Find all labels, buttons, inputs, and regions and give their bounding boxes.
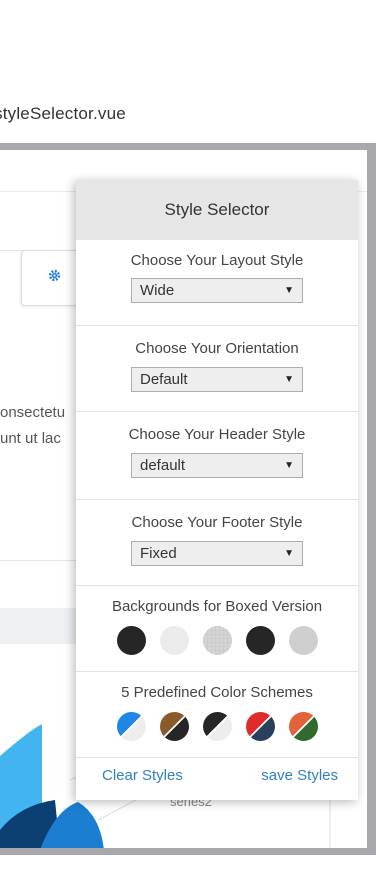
color-schemes-section: 5 Predefined Color Schemes bbox=[76, 672, 358, 758]
background-text-line: unt ut lac bbox=[0, 430, 61, 447]
orientation-value: Default bbox=[140, 371, 188, 388]
layout-style-select[interactable]: Wide ▼ bbox=[131, 278, 303, 303]
color-schemes-label: 5 Predefined Color Schemes bbox=[121, 684, 313, 701]
background-swatch-list bbox=[76, 626, 358, 655]
editor-file-tab[interactable]: styleSelector.vue bbox=[0, 104, 126, 124]
style-selector-panel: Style Selector Choose Your Layout Style … bbox=[76, 180, 358, 800]
header-style-select[interactable]: default ▼ bbox=[131, 453, 303, 478]
background-swatch[interactable] bbox=[202, 626, 232, 655]
background-swatch[interactable] bbox=[245, 626, 275, 655]
orientation-select[interactable]: Default ▼ bbox=[131, 367, 303, 392]
background-swatch[interactable] bbox=[116, 626, 146, 655]
panel-title: Style Selector bbox=[76, 180, 358, 240]
orientation-label: Choose Your Orientation bbox=[135, 340, 299, 357]
panel-footer: Clear Styles save Styles bbox=[76, 767, 358, 784]
footer-style-section: Choose Your Footer Style Fixed ▼ bbox=[76, 500, 358, 586]
header-style-label: Choose Your Header Style bbox=[128, 426, 306, 443]
color-scheme-swatch[interactable] bbox=[202, 712, 232, 741]
color-scheme-swatch[interactable] bbox=[245, 712, 275, 741]
preview-frame: onsectetu unt ut lac series2 Style Selec… bbox=[0, 143, 376, 855]
app-window: onsectetu unt ut lac series2 Style Selec… bbox=[0, 150, 367, 848]
orientation-section: Choose Your Orientation Default ▼ bbox=[76, 326, 358, 412]
background-swatch[interactable] bbox=[159, 626, 189, 655]
layout-style-label: Choose Your Layout Style bbox=[130, 252, 304, 269]
gear-icon bbox=[42, 269, 61, 287]
style-selector-toggle[interactable] bbox=[21, 250, 81, 306]
footer-style-label: Choose Your Footer Style bbox=[131, 514, 303, 531]
color-scheme-swatch[interactable] bbox=[159, 712, 189, 741]
layout-style-value: Wide bbox=[140, 282, 175, 299]
caret-down-icon: ▼ bbox=[284, 548, 294, 559]
caret-down-icon: ▼ bbox=[284, 374, 294, 385]
background-text-line: onsectetu bbox=[0, 404, 66, 421]
header-style-value: default bbox=[140, 457, 186, 474]
layout-style-section: Choose Your Layout Style Wide ▼ bbox=[76, 240, 358, 326]
footer-style-select[interactable]: Fixed ▼ bbox=[131, 541, 303, 566]
boxed-backgrounds-label: Backgrounds for Boxed Version bbox=[111, 598, 323, 615]
clear-styles-link[interactable]: Clear Styles bbox=[102, 767, 183, 784]
caret-down-icon: ▼ bbox=[284, 460, 294, 471]
caret-down-icon: ▼ bbox=[284, 285, 294, 296]
header-style-section: Choose Your Header Style default ▼ bbox=[76, 412, 358, 500]
background-swatch[interactable] bbox=[288, 626, 318, 655]
color-scheme-swatch[interactable] bbox=[288, 712, 318, 741]
save-styles-link[interactable]: save Styles bbox=[261, 767, 338, 784]
color-scheme-list bbox=[76, 712, 358, 741]
boxed-backgrounds-section: Backgrounds for Boxed Version bbox=[76, 586, 358, 672]
color-scheme-swatch[interactable] bbox=[116, 712, 146, 741]
footer-style-value: Fixed bbox=[140, 545, 177, 562]
